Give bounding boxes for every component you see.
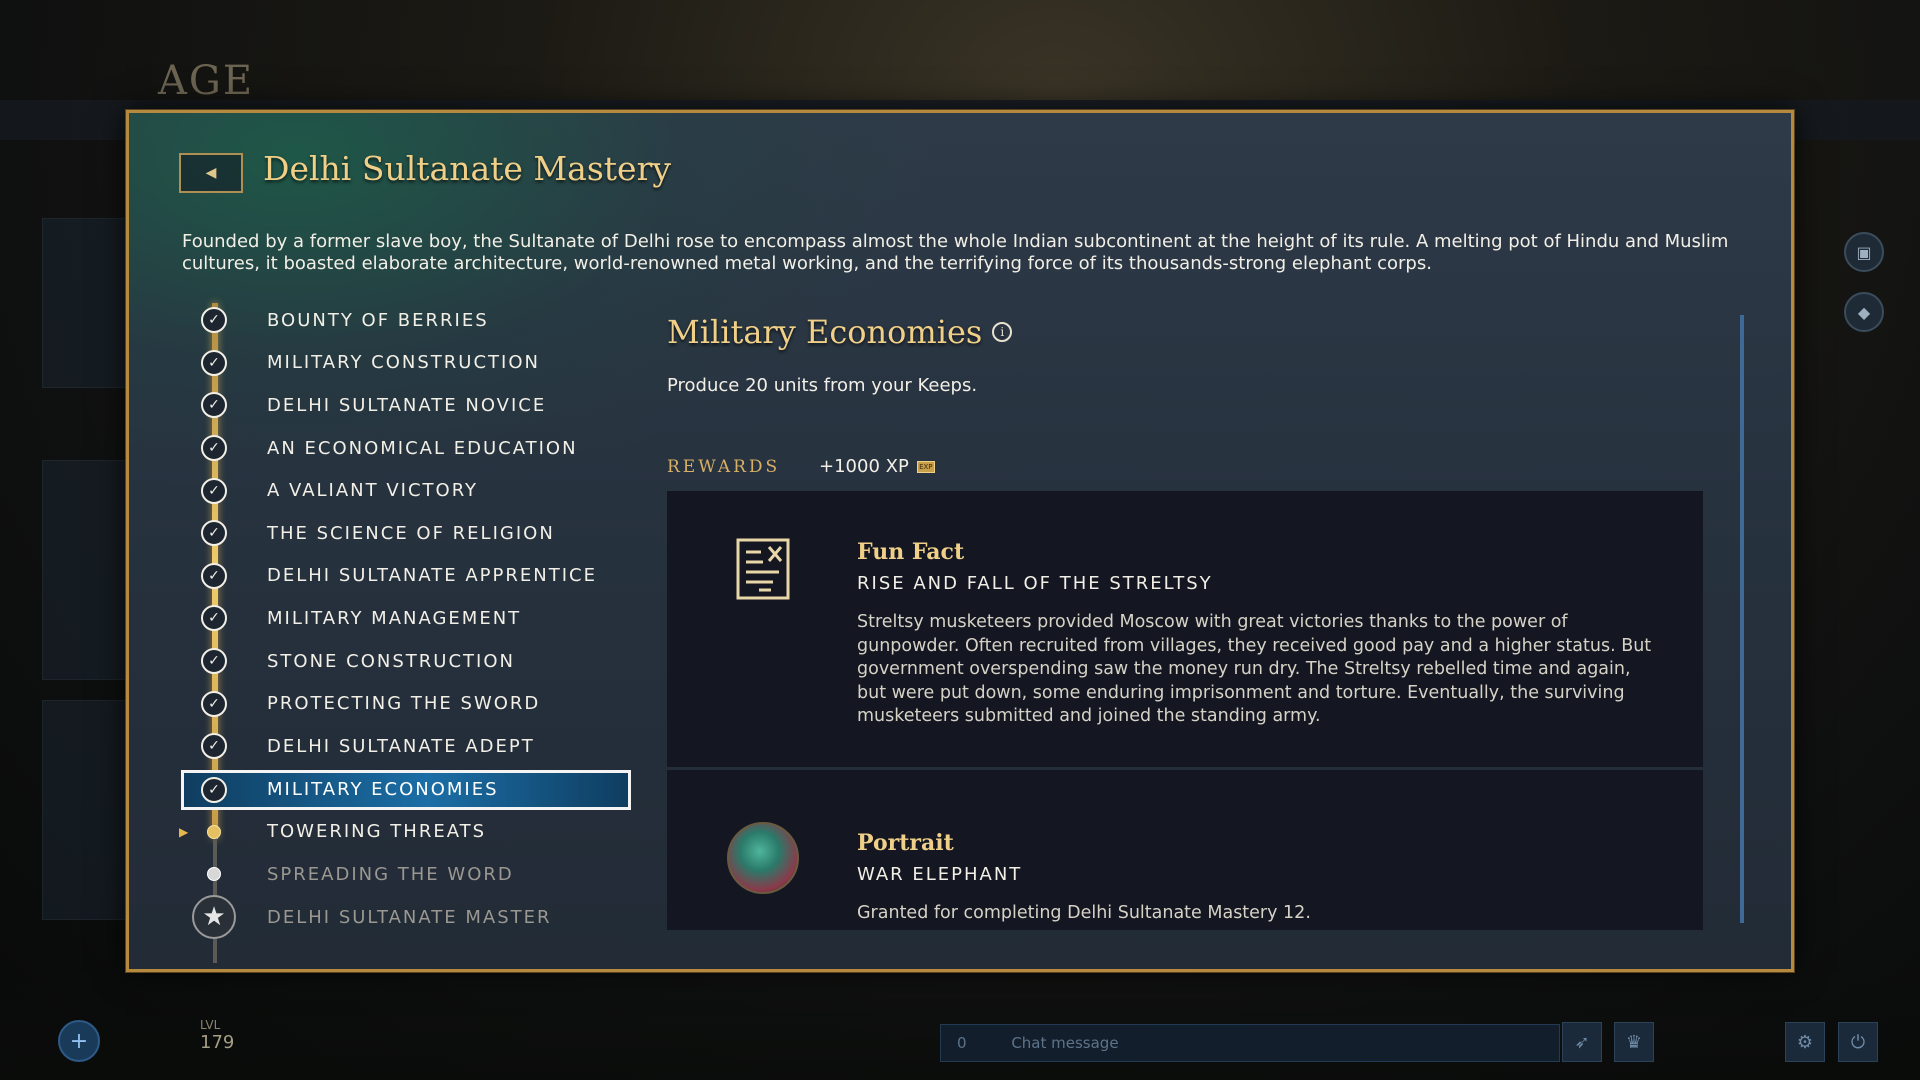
challenge-item[interactable]: ✓ A VALIANT VICTORY — [181, 469, 631, 512]
rewards-label: REWARDS — [667, 457, 781, 477]
challenge-item[interactable]: ✓ AN ECONOMICAL EDUCATION — [181, 427, 631, 470]
checkmark-icon: ✓ — [201, 733, 227, 760]
challenge-item[interactable]: SPREADING THE WORD — [181, 853, 631, 896]
notification-button[interactable]: ➶ — [1562, 1022, 1602, 1062]
checkmark-icon: ✓ — [201, 520, 227, 547]
checkmark-icon: ✓ — [201, 690, 227, 717]
xp-amount: +1000 XP — [819, 456, 909, 477]
challenge-label: A VALIANT VICTORY — [267, 480, 479, 502]
friends-count: 0 — [957, 1034, 967, 1052]
checkmark-icon: ✓ — [201, 776, 227, 803]
challenge-item[interactable]: ★ DELHI SULTANATE MASTER — [181, 895, 631, 940]
locked-node-icon — [207, 867, 221, 882]
reward-card-portrait: Portrait WAR ELEPHANT Granted for comple… — [667, 770, 1703, 930]
current-arrow-icon: ▶ — [179, 824, 189, 839]
scrollbar[interactable] — [1740, 315, 1744, 923]
challenge-item[interactable]: ✓ DELHI SULTANATE APPRENTICE — [181, 555, 631, 598]
scroll-document-icon — [735, 537, 791, 605]
challenge-label: DELHI SULTANATE APPRENTICE — [267, 565, 597, 587]
chat-placeholder: Chat message — [1011, 1034, 1119, 1052]
challenge-label: THE SCIENCE OF RELIGION — [267, 522, 555, 544]
dialog-title: Delhi Sultanate Mastery — [263, 149, 672, 188]
challenge-label: PROTECTING THE SWORD — [267, 693, 541, 715]
challenge-label: SPREADING THE WORD — [267, 863, 514, 885]
game-logo: AGE — [158, 58, 255, 104]
challenge-item[interactable]: ✓ STONE CONSTRUCTION — [181, 640, 631, 683]
chat-input[interactable]: 0 Chat message — [940, 1024, 1560, 1062]
challenge-item[interactable]: ✓ MILITARY MANAGEMENT — [181, 597, 631, 640]
checkmark-icon: ✓ — [201, 648, 227, 675]
mastery-dialog: ◀ Delhi Sultanate Mastery Founded by a f… — [126, 110, 1794, 972]
challenge-item[interactable]: ✓ MILITARY CONSTRUCTION — [181, 342, 631, 385]
checkmark-icon: ✓ — [201, 605, 227, 632]
challenge-title-text: Military Economies — [667, 313, 983, 351]
player-level: LVL 179 — [200, 1018, 234, 1053]
star-icon: ★ — [192, 895, 236, 940]
challenge-label: AN ECONOMICAL EDUCATION — [267, 437, 578, 459]
civilization-description: Founded by a former slave boy, the Sulta… — [182, 231, 1729, 274]
back-button[interactable]: ◀ — [179, 153, 243, 193]
challenge-item[interactable]: ✓ THE SCIENCE OF RELIGION — [181, 512, 631, 555]
rewards-button[interactable]: ♛ — [1614, 1022, 1654, 1062]
reward-text: Granted for completing Delhi Sultanate M… — [857, 903, 1311, 923]
challenge-label: BOUNTY OF BERRIES — [267, 309, 489, 331]
xp-icon: EXP — [916, 460, 935, 473]
reward-text: Streltsy musketeers provided Moscow with… — [857, 612, 1652, 726]
checkmark-icon: ✓ — [201, 349, 227, 376]
settings-button[interactable]: ⚙ — [1785, 1022, 1825, 1062]
reward-subtitle: RISE AND FALL OF THE STRELTSY — [857, 573, 1213, 594]
level-value: 179 — [200, 1032, 235, 1053]
checkmark-icon: ✓ — [201, 562, 227, 589]
challenge-item[interactable]: ✓ DELHI SULTANATE ADEPT — [181, 725, 631, 768]
challenge-label: TOWERING THREATS — [267, 821, 487, 843]
challenge-label: MILITARY ECONOMIES — [267, 779, 499, 801]
add-friend-button[interactable]: + — [58, 1020, 100, 1062]
challenge-label: STONE CONSTRUCTION — [267, 650, 515, 672]
profile-icon[interactable]: ▣ — [1844, 232, 1884, 272]
challenge-item[interactable]: ✓ DELHI SULTANATE NOVICE — [181, 384, 631, 427]
current-node-icon — [207, 824, 221, 839]
level-label: LVL — [200, 1018, 221, 1032]
checkmark-icon: ✓ — [201, 435, 227, 462]
xp-reward: +1000 XP EXP — [819, 456, 935, 477]
reward-card-fun-fact: Fun Fact RISE AND FALL OF THE STRELTSY S… — [667, 491, 1703, 767]
challenge-item[interactable]: ✓ MILITARY ECONOMIES — [181, 769, 631, 810]
challenge-item[interactable]: ✓ BOUNTY OF BERRIES — [181, 299, 631, 342]
challenge-description: Produce 20 units from your Keeps. — [667, 375, 978, 396]
challenge-label: MILITARY MANAGEMENT — [267, 607, 522, 629]
info-icon[interactable]: i — [992, 322, 1013, 342]
challenge-list: ✓ BOUNTY OF BERRIES ✓ MILITARY CONSTRUCTION… — [179, 299, 631, 940]
chevron-left-icon: ◀ — [205, 165, 217, 181]
challenge-title: Military Economies i — [667, 313, 1013, 351]
checkmark-icon: ✓ — [201, 477, 227, 504]
war-elephant-portrait — [727, 822, 799, 894]
challenge-item[interactable]: ✓ PROTECTING THE SWORD — [181, 682, 631, 725]
checkmark-icon: ✓ — [201, 392, 227, 419]
challenge-label: DELHI SULTANATE ADEPT — [267, 735, 535, 757]
checkmark-icon: ✓ — [201, 307, 227, 334]
challenge-label: DELHI SULTANATE MASTER — [267, 906, 552, 928]
challenge-label: MILITARY CONSTRUCTION — [267, 352, 540, 374]
reward-title: Fun Fact — [857, 539, 965, 565]
reward-subtitle: WAR ELEPHANT — [857, 864, 1023, 885]
challenge-item[interactable]: ▶ TOWERING THREATS — [179, 811, 631, 854]
reward-title: Portrait — [857, 830, 954, 856]
cosmetics-icon[interactable]: ◆ — [1844, 292, 1884, 332]
power-button[interactable]: ⏻ — [1838, 1022, 1878, 1062]
scrollbar-thumb[interactable] — [1740, 315, 1744, 923]
challenge-label: DELHI SULTANATE NOVICE — [267, 394, 547, 416]
